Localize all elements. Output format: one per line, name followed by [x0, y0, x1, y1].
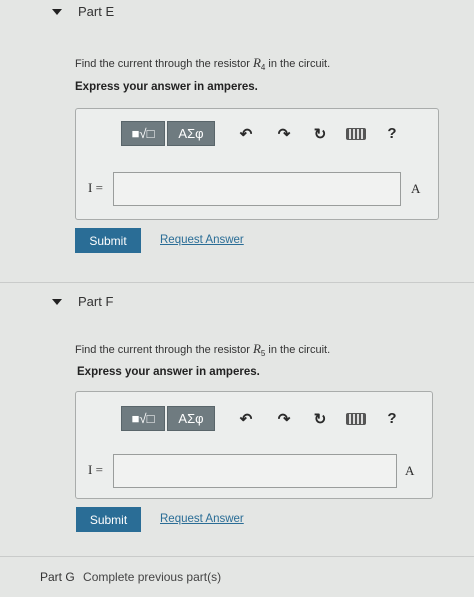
- part-f-answer-input[interactable]: [113, 454, 397, 488]
- undo-icon[interactable]: ↶: [235, 408, 257, 430]
- part-g-title: Part G: [40, 570, 75, 584]
- unit-label: A: [405, 463, 415, 478]
- help-icon[interactable]: ?: [381, 408, 403, 430]
- undo-icon[interactable]: ↶: [235, 123, 257, 145]
- part-f-title: Part F: [78, 294, 114, 309]
- part-f-toolbar: ■√□ ΑΣφ ↶ ↷ ↻ ?: [121, 406, 403, 431]
- keyboard-icon[interactable]: [345, 408, 367, 430]
- collapse-caret-icon[interactable]: [52, 298, 62, 305]
- part-e-question: Find the current through the resistor R4…: [75, 55, 331, 73]
- math-template-button[interactable]: ■√□: [121, 406, 165, 431]
- greek-symbols-button[interactable]: ΑΣφ: [167, 406, 215, 431]
- part-e-header[interactable]: Part E: [52, 4, 114, 19]
- part-f-instruction: Express your answer in amperes.: [77, 366, 260, 378]
- reset-icon[interactable]: ↻: [309, 408, 331, 430]
- part-e-toolbar: ■√□ ΑΣφ ↶ ↷ ↻ ?: [121, 121, 403, 146]
- variable-label: I =: [88, 462, 103, 477]
- redo-icon[interactable]: ↷: [273, 123, 295, 145]
- redo-icon[interactable]: ↷: [273, 408, 295, 430]
- part-g-status: Complete previous part(s): [83, 570, 222, 584]
- keyboard-icon[interactable]: [345, 123, 367, 145]
- part-e-submit-button[interactable]: Submit: [75, 228, 141, 253]
- resistor-symbol: R: [252, 341, 261, 356]
- part-e-title: Part E: [78, 4, 115, 19]
- part-f-submit-button[interactable]: Submit: [76, 507, 141, 532]
- help-icon[interactable]: ?: [381, 123, 403, 145]
- unit-label: A: [411, 181, 421, 196]
- part-f-question: Find the current through the resistor R5…: [75, 341, 331, 359]
- part-g-header: Part G Complete previous part(s): [40, 570, 221, 584]
- part-f-request-answer-link[interactable]: Request Answer: [160, 513, 244, 525]
- part-e-answer-input[interactable]: [113, 172, 401, 206]
- variable-label: I =: [88, 180, 103, 195]
- divider: [0, 282, 474, 283]
- collapse-caret-icon[interactable]: [52, 8, 62, 15]
- part-f-header[interactable]: Part F: [52, 294, 113, 309]
- reset-icon[interactable]: ↻: [309, 123, 331, 145]
- part-e-request-answer-link[interactable]: Request Answer: [160, 234, 244, 246]
- greek-symbols-button[interactable]: ΑΣφ: [167, 121, 215, 146]
- part-e-instruction: Express your answer in amperes.: [75, 81, 258, 93]
- math-template-button[interactable]: ■√□: [121, 121, 165, 146]
- divider: [0, 556, 474, 557]
- resistor-symbol: R: [252, 55, 261, 70]
